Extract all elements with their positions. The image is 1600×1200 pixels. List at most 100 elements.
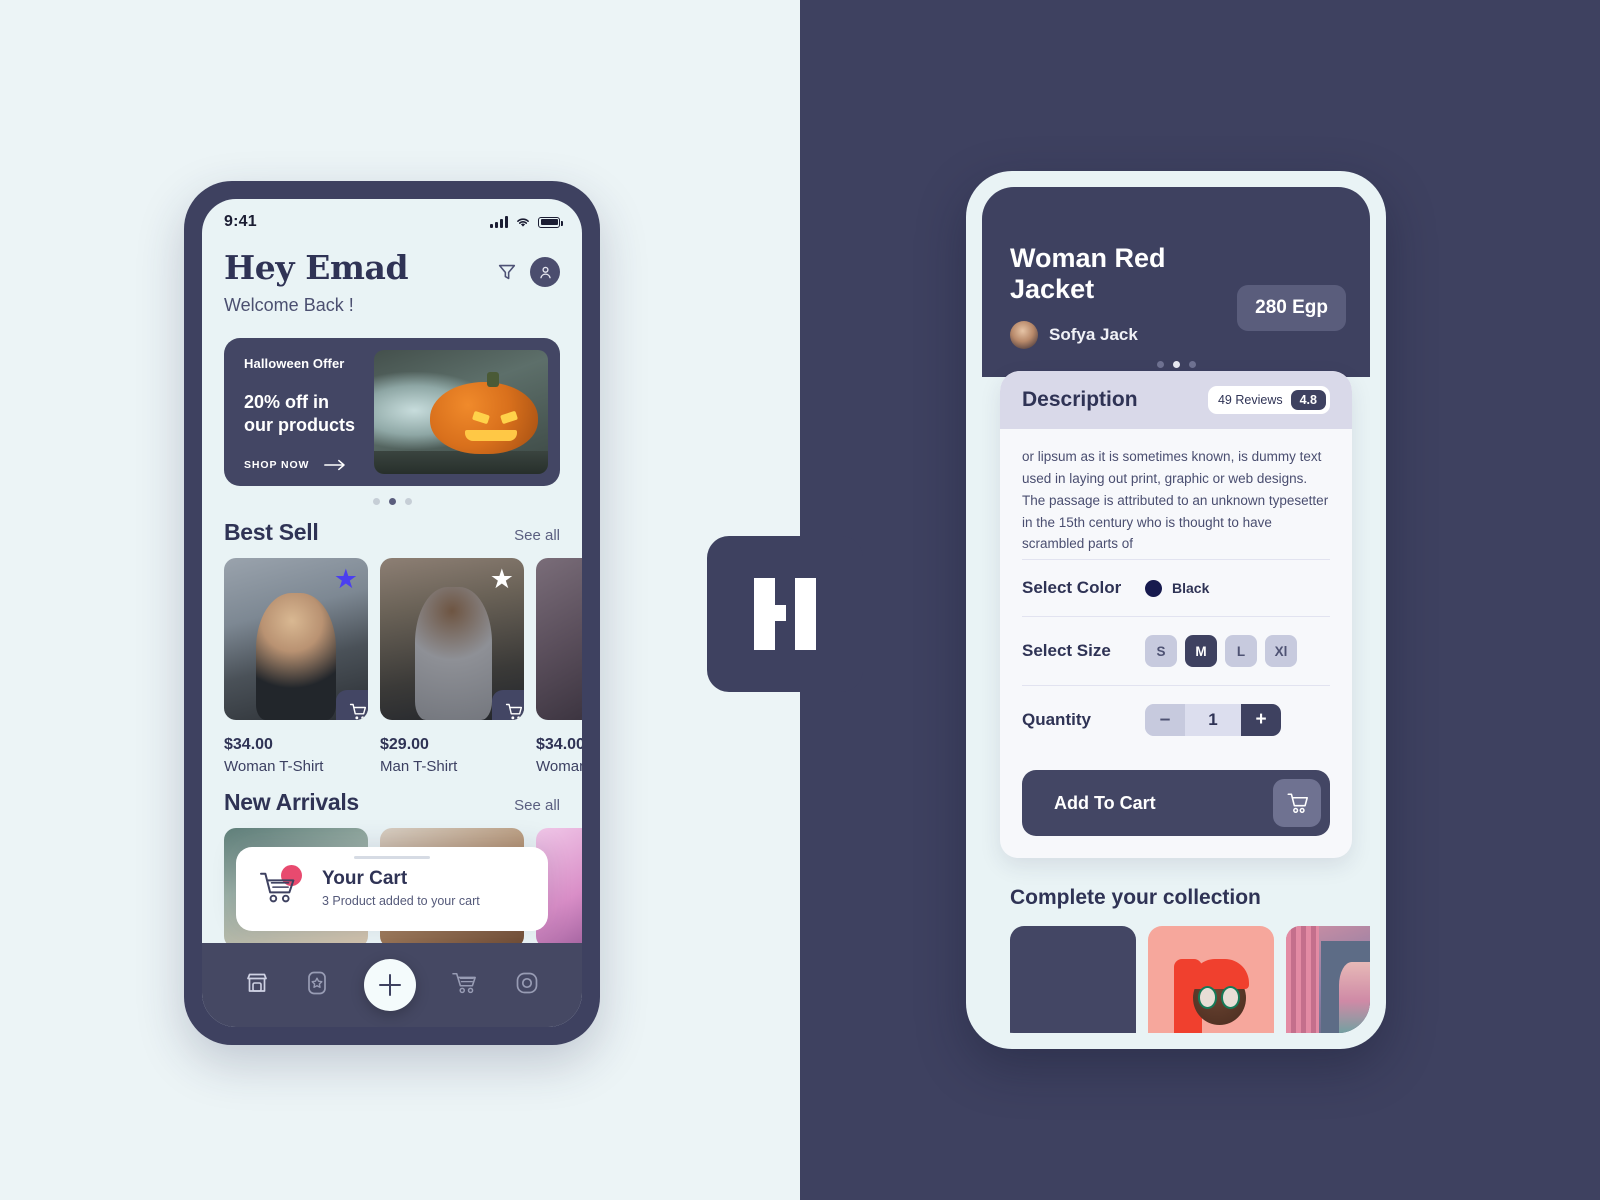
cart-toast-title: Your Cart: [322, 868, 408, 889]
color-options[interactable]: Black: [1145, 579, 1330, 597]
add-to-cart-label: Add To Cart: [1054, 792, 1156, 813]
banner-pagination-dots[interactable]: [202, 497, 582, 505]
bottom-tab-bar[interactable]: [202, 943, 582, 1027]
brand-logo-tile: [707, 536, 863, 692]
quantity-increment-button[interactable]: +: [1241, 704, 1281, 737]
promo-banner[interactable]: Halloween Offer 20% off in our products …: [224, 337, 560, 486]
profile-avatar-button[interactable]: [530, 257, 560, 287]
header-actions: [496, 257, 560, 287]
new-arrivals-title: New Arrivals: [224, 788, 359, 815]
product-image: [536, 557, 582, 720]
cart-icon: [349, 703, 366, 719]
quantity-label: Quantity: [1022, 710, 1091, 730]
reviews-count: 49 Reviews: [1217, 393, 1283, 407]
cart-badge-icon: [258, 865, 306, 909]
quantity-control[interactable]: – 1 +: [1145, 704, 1281, 737]
battery-icon: [538, 216, 563, 228]
seller-name: Sofya Jack: [1049, 324, 1138, 344]
new-arrivals-see-all[interactable]: See all: [514, 797, 560, 814]
product-title: Woman Red Jacket: [1010, 243, 1166, 304]
select-size-label: Select Size: [1022, 641, 1111, 661]
product-price: $29.00: [380, 735, 429, 753]
cart-toast-text: Your Cart 3 Product added to your cart: [322, 868, 480, 908]
add-to-cart-button[interactable]: Add To Cart: [1022, 770, 1330, 837]
quantity-stepper[interactable]: – 1 +: [1145, 704, 1330, 737]
product-name: Woman T-Shirt: [224, 757, 324, 775]
product-name: Man T-Shirt: [380, 757, 458, 775]
best-sell-title: Best Sell: [224, 518, 319, 545]
quantity-decrement-button[interactable]: –: [1145, 704, 1185, 737]
product-card[interactable]: ★ $29.00 Man T-Shirt: [380, 557, 524, 775]
promo-banner-text: Halloween Offer 20% off in our products …: [224, 338, 374, 486]
size-option-xl[interactable]: Xl: [1265, 635, 1297, 668]
promo-banner-image: [374, 349, 548, 474]
filter-icon[interactable]: [496, 261, 518, 283]
status-bar: 9:41: [202, 199, 582, 239]
hero-pagination-dots[interactable]: [1010, 360, 1342, 372]
price-badge: 280 Egp: [1237, 285, 1346, 331]
product-price: $34.00: [224, 735, 273, 753]
collection-item[interactable]: [1286, 926, 1370, 1033]
best-sell-see-all[interactable]: See all: [514, 527, 560, 544]
size-option-m[interactable]: M: [1185, 635, 1217, 668]
size-option-l[interactable]: L: [1225, 635, 1257, 668]
quantity-value: 1: [1208, 710, 1218, 730]
h-logo-mark: [754, 578, 816, 650]
person-icon: [539, 266, 551, 278]
cart-icon-button[interactable]: [1273, 779, 1321, 828]
shop-now-button[interactable]: SHOP NOW: [244, 458, 360, 472]
favorite-star-icon[interactable]: ★: [334, 565, 358, 593]
size-option-s[interactable]: S: [1145, 635, 1177, 668]
reviews-badge[interactable]: 49 Reviews 4.8: [1207, 386, 1330, 414]
select-size-row[interactable]: Select Size S M L Xl: [1022, 616, 1330, 685]
phone-home-screen: 9:41 Hey Emad Welcome Back ! Halloween O…: [184, 181, 600, 1045]
home-screen: 9:41 Hey Emad Welcome Back ! Halloween O…: [202, 199, 582, 1027]
color-name: Black: [1172, 580, 1210, 597]
promo-kicker: Halloween Offer: [244, 355, 345, 371]
cart-icon: [1286, 793, 1308, 814]
collection-list[interactable]: [982, 910, 1370, 1033]
cart-icon: [452, 972, 477, 993]
product-card[interactable]: ★ $34.00 Woman T-Shirt: [224, 557, 368, 775]
avatar: [1010, 320, 1038, 349]
select-color-label: Select Color: [1022, 578, 1122, 598]
home-header: Hey Emad Welcome Back !: [202, 239, 582, 316]
add-to-cart-button[interactable]: [492, 689, 524, 720]
status-icons: [490, 216, 563, 228]
description-body: or lipsum as it is sometimes known, is d…: [1022, 449, 1329, 552]
new-arrivals-header: New Arrivals See all: [202, 775, 582, 816]
description-title: Description: [1022, 388, 1138, 411]
best-sell-list[interactable]: ★ $34.00 Woman T-Shirt ★ $29.00 Man T-Sh…: [202, 546, 582, 775]
tab-store[interactable]: [244, 970, 270, 1001]
signal-bars-icon: [490, 216, 508, 228]
tab-cart[interactable]: [451, 971, 479, 1000]
phone-product-detail: Woman Red Jacket Sofya Jack 280 Egp Desc…: [966, 171, 1386, 1049]
add-plus-button[interactable]: [363, 959, 416, 1011]
store-icon: [246, 973, 267, 992]
color-swatch-black[interactable]: [1145, 579, 1162, 597]
select-color-row[interactable]: Select Color Black: [1022, 559, 1330, 616]
size-options[interactable]: S M L Xl: [1145, 635, 1330, 668]
favorites-icon: [307, 971, 326, 994]
collection-item[interactable]: [1148, 926, 1274, 1033]
best-sell-header: Best Sell See all: [202, 505, 582, 546]
arrow-right-icon: [324, 459, 345, 470]
cart-toast-sheet[interactable]: Your Cart 3 Product added to your cart: [236, 847, 548, 931]
product-hero: Woman Red Jacket Sofya Jack 280 Egp: [982, 187, 1370, 377]
quantity-row[interactable]: Quantity – 1 +: [1022, 685, 1330, 754]
page-title: Hey Emad: [224, 248, 409, 287]
collection-item[interactable]: [1010, 926, 1136, 1033]
tab-settings[interactable]: [514, 970, 540, 1001]
product-image: ★: [380, 557, 524, 720]
cart-icon: [505, 703, 522, 719]
shop-now-label: SHOP NOW: [244, 458, 310, 471]
product-name: Woman T-Shirt: [536, 757, 582, 775]
add-to-cart-button[interactable]: [336, 689, 368, 720]
rating-score: 4.8: [1290, 390, 1326, 410]
favorite-star-icon[interactable]: ★: [490, 565, 514, 593]
collection-title: Complete your collection: [1010, 886, 1261, 910]
product-image: ★: [224, 557, 368, 720]
tab-favorites[interactable]: [305, 970, 329, 1001]
product-card[interactable]: $34.00 Woman T-Shirt: [536, 557, 582, 775]
description-header: Description 49 Reviews 4.8: [1000, 371, 1352, 429]
